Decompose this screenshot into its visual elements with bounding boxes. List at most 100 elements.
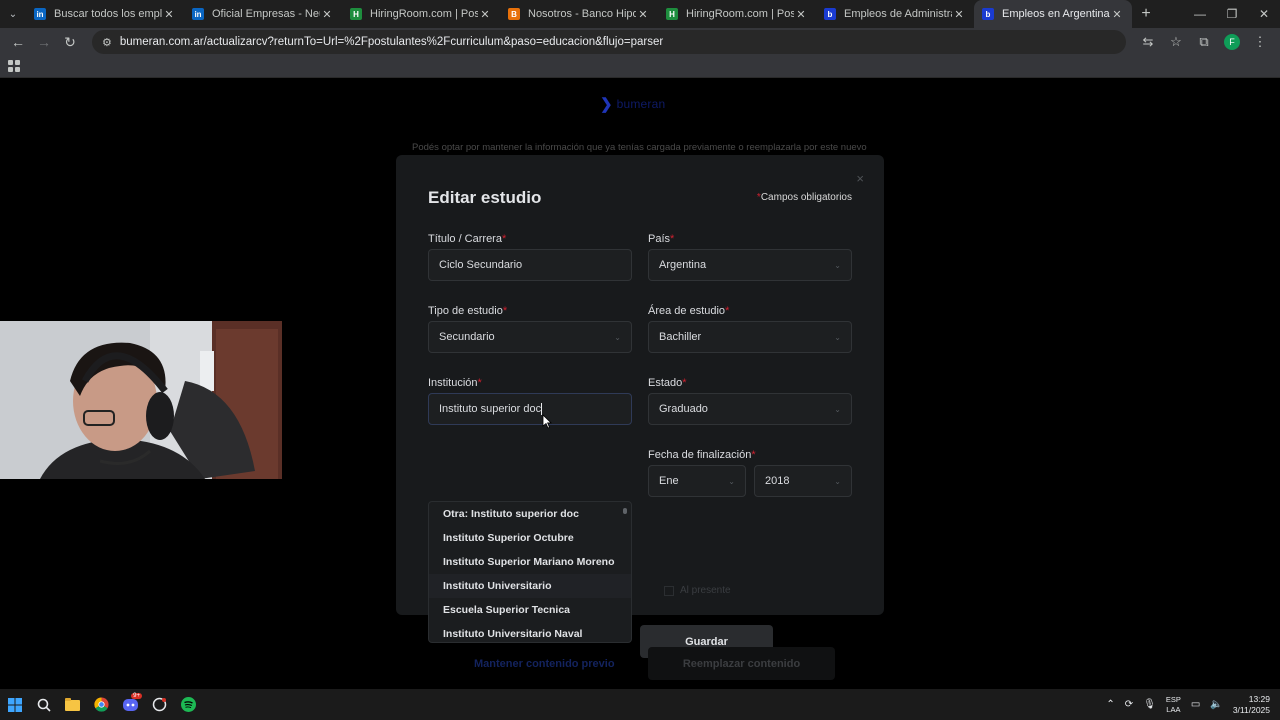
- keep-previous-link[interactable]: Mantener contenido previo: [474, 658, 615, 670]
- discord-icon[interactable]: 9+: [116, 689, 145, 720]
- chevron-up-icon[interactable]: ⌃: [1106, 699, 1114, 710]
- tipo-label: Tipo de estudio*: [428, 305, 508, 317]
- network-icon[interactable]: ▭: [1191, 699, 1200, 710]
- scrollbar[interactable]: [623, 508, 627, 514]
- present-checkbox[interactable]: Al presente: [664, 585, 731, 596]
- search-icon[interactable]: [29, 689, 58, 720]
- maximize-icon[interactable]: ❐: [1216, 7, 1248, 21]
- sync-icon[interactable]: ⟳: [1125, 699, 1133, 710]
- required-note-text: Campos obligatorios: [760, 192, 852, 203]
- autocomplete-option[interactable]: Escuela Superior Tecnica: [429, 598, 631, 622]
- edit-study-modal: × Editar estudio *Campos obligatorios Tí…: [396, 155, 884, 658]
- tab-title: HiringRoom.com | Postularme: [686, 8, 794, 20]
- bookmark-star-icon[interactable]: ☆: [1162, 34, 1190, 50]
- chevron-down-icon: ⌄: [614, 332, 621, 342]
- institucion-label: Institución*: [428, 377, 482, 389]
- windows-start-icon[interactable]: [0, 689, 29, 720]
- spotify-icon[interactable]: [174, 689, 203, 720]
- tab-close-icon[interactable]: ✕: [320, 8, 334, 21]
- tab-title: Oficial Empresas - Neuquén | Bolsa: [212, 8, 320, 20]
- tab-favicon-icon: H: [350, 8, 362, 20]
- fecha-fin-month-select[interactable]: Ene ⌄: [648, 465, 746, 497]
- file-explorer-icon[interactable]: [58, 689, 87, 720]
- tab-favicon-icon: b: [824, 8, 836, 20]
- browser-tab[interactable]: b Empleos de Administración, Co✕: [816, 0, 974, 28]
- tab-strip: ⌄ inBuscar todos los empleos | LinkedIn✕…: [0, 0, 1280, 28]
- institucion-input[interactable]: Instituto superior doc: [428, 393, 632, 425]
- tab-search-icon[interactable]: ⌄: [0, 0, 26, 28]
- overwrite-notice: Podés optar por mantener la información …: [412, 142, 867, 153]
- chrome-icon[interactable]: [87, 689, 116, 720]
- autocomplete-option[interactable]: Instituto Universitario Naval: [429, 622, 631, 642]
- present-label: Al presente: [680, 585, 731, 596]
- tab-close-icon[interactable]: ✕: [478, 8, 492, 21]
- browser-tab[interactable]: in Oficial Empresas - Neuquén | Bolsa✕: [184, 0, 342, 28]
- clock[interactable]: 13:29 3/11/2025: [1233, 694, 1270, 716]
- chevron-down-icon: ⌄: [834, 404, 841, 414]
- new-tab-button[interactable]: +: [1132, 5, 1160, 23]
- autocomplete-option[interactable]: Instituto Superior Mariano Moreno: [429, 550, 631, 574]
- bumeran-logo[interactable]: ❯ bumeran: [600, 95, 665, 113]
- close-window-icon[interactable]: ✕: [1248, 7, 1280, 21]
- chevron-down-icon: ⌄: [834, 332, 841, 342]
- estado-label: Estado*: [648, 377, 687, 389]
- menu-icon[interactable]: ⋮: [1246, 34, 1274, 50]
- chevron-down-icon: ⌄: [834, 260, 841, 270]
- chevron-down-icon: ⌄: [834, 476, 841, 486]
- chevron-down-icon: ⌄: [728, 476, 735, 486]
- tab-favicon-icon: in: [34, 8, 46, 20]
- site-info-icon[interactable]: ⚙: [102, 36, 112, 49]
- volume-icon[interactable]: 🔈: [1210, 699, 1222, 710]
- browser-tab[interactable]: B Nosotros - Banco Hipotecario✕: [500, 0, 658, 28]
- tab-title: HiringRoom.com | Postularme: [370, 8, 478, 20]
- app-icon[interactable]: [145, 689, 174, 720]
- tab-close-icon[interactable]: ✕: [794, 8, 808, 21]
- tab-close-icon[interactable]: ✕: [1110, 8, 1124, 21]
- tab-close-icon[interactable]: ✕: [162, 8, 176, 21]
- pais-label: País*: [648, 233, 675, 245]
- extensions-icon[interactable]: ⧉: [1190, 34, 1218, 50]
- estado-select[interactable]: Graduado ⌄: [648, 393, 852, 425]
- forward-icon[interactable]: →: [32, 30, 56, 54]
- clock-date: 3/11/2025: [1232, 704, 1270, 715]
- reload-icon[interactable]: ↻: [58, 30, 82, 54]
- tipo-select[interactable]: Secundario ⌄: [428, 321, 632, 353]
- apps-grid-icon[interactable]: [8, 60, 20, 72]
- replace-content-button[interactable]: Reemplazar contenido: [648, 647, 835, 680]
- fecha-fin-year-select[interactable]: 2018 ⌄: [754, 465, 852, 497]
- tab-close-icon[interactable]: ✕: [952, 8, 966, 21]
- required-note: *Campos obligatorios: [756, 192, 852, 203]
- translate-icon[interactable]: ⇆: [1134, 34, 1162, 50]
- autocomplete-option[interactable]: Instituto Universitario: [429, 574, 631, 598]
- webcam-overlay: [0, 321, 282, 479]
- window-controls: — ❐ ✕: [1184, 7, 1280, 21]
- language-indicator[interactable]: ESP LAA: [1166, 695, 1181, 715]
- microphone-icon[interactable]: 🎙: [1143, 699, 1156, 710]
- area-select[interactable]: Bachiller ⌄: [648, 321, 852, 353]
- titulo-input[interactable]: Ciclo Secundario: [428, 249, 632, 281]
- discord-badge: 9+: [131, 693, 142, 699]
- lang-code: ESP: [1165, 694, 1181, 704]
- tab-favicon-icon: B: [508, 8, 520, 20]
- back-icon[interactable]: ←: [6, 30, 30, 54]
- area-label: Área de estudio*: [648, 305, 730, 317]
- autocomplete-option[interactable]: Instituto Superior Octubre: [429, 526, 631, 550]
- address-bar[interactable]: ⚙ bumeran.com.ar/actualizarcv?returnTo=U…: [92, 30, 1126, 54]
- bookmarks-bar: [0, 56, 1280, 78]
- browser-tab[interactable]: in Buscar todos los empleos | LinkedIn✕: [26, 0, 184, 28]
- profile-avatar[interactable]: F: [1224, 34, 1240, 50]
- lang-layout: LAA: [1166, 704, 1181, 714]
- tab-close-icon[interactable]: ✕: [636, 8, 650, 21]
- minimize-icon[interactable]: —: [1184, 7, 1216, 21]
- close-icon[interactable]: ×: [856, 171, 864, 186]
- modal-title: Editar estudio: [428, 188, 542, 207]
- tab-favicon-icon: in: [192, 8, 204, 20]
- browser-tab[interactable]: b Empleos en Argentina: trabajo✕: [974, 0, 1132, 28]
- browser-tab[interactable]: H HiringRoom.com | Postularme✕: [342, 0, 500, 28]
- tab-favicon-icon: H: [666, 8, 678, 20]
- logo-mark-icon: ❯: [600, 96, 613, 113]
- autocomplete-option[interactable]: Otra: Instituto superior doc: [429, 502, 631, 526]
- fecha-fin-label: Fecha de finalización*: [648, 449, 756, 461]
- pais-select[interactable]: Argentina ⌄: [648, 249, 852, 281]
- browser-tab[interactable]: H HiringRoom.com | Postularme✕: [658, 0, 816, 28]
